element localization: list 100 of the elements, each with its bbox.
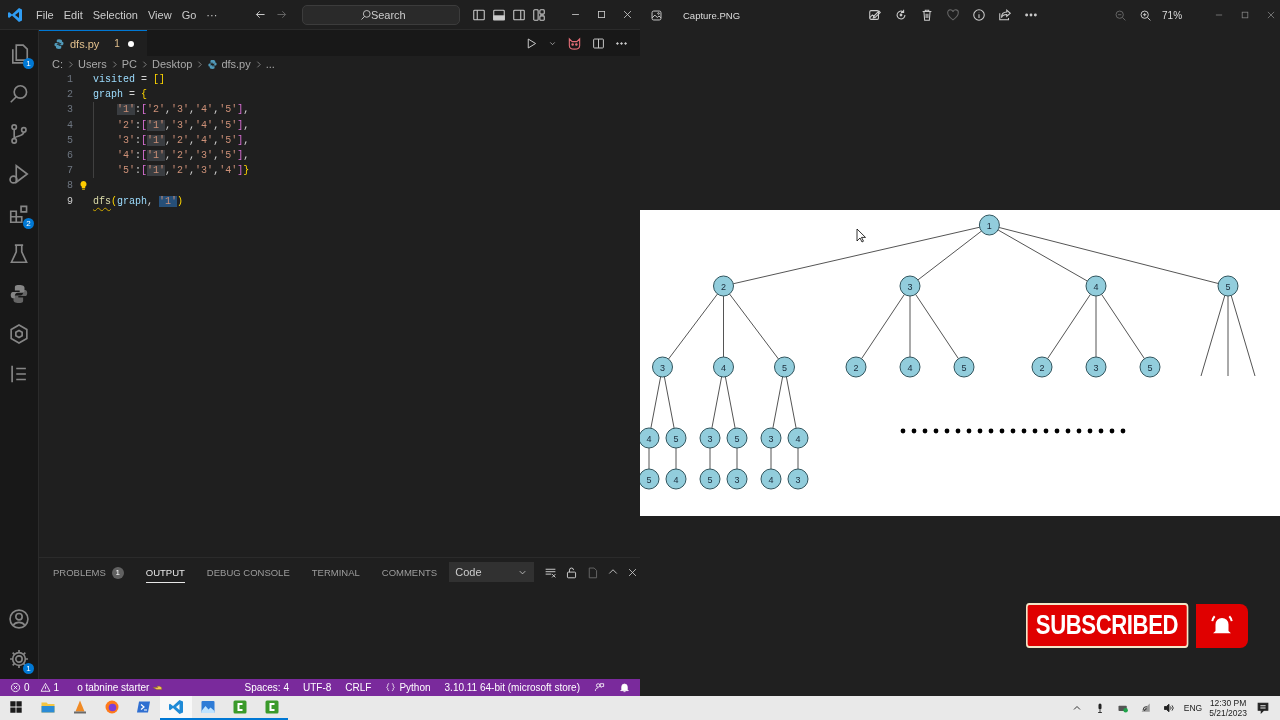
panel-tab[interactable]: COMMENTS <box>381 561 438 583</box>
pointing-hand-icon <box>152 682 164 693</box>
tree-node: 3 <box>699 427 721 449</box>
tree-node: 3 <box>787 468 809 490</box>
editimg-icon <box>868 8 883 22</box>
close-icon <box>1266 10 1277 20</box>
branch-icon <box>8 123 30 145</box>
edge-line <box>729 293 779 360</box>
line-number: 1 <box>66 73 73 87</box>
search-field[interactable]: Search <box>302 4 461 25</box>
app-logo-icon <box>7 6 23 23</box>
status-item[interactable]: 1 <box>35 682 64 693</box>
zoom-level: 71% <box>1162 9 1183 21</box>
edge-line <box>1101 293 1145 360</box>
edge-line <box>861 293 905 360</box>
menu-item[interactable]: Go <box>176 5 202 24</box>
file-icon <box>207 58 219 70</box>
edge-line <box>663 376 675 429</box>
breadcrumb-item[interactable]: dfs.py <box>206 58 252 70</box>
line-number: 3 <box>66 103 73 118</box>
output-channel-dropdown[interactable]: Code <box>449 562 534 582</box>
breadcrumb-item[interactable]: ... <box>264 58 276 70</box>
tree-node: 2 <box>713 275 734 297</box>
tree-node: 4 <box>640 427 660 449</box>
maximize-icon <box>1240 10 1251 20</box>
landscape-icon <box>200 699 216 715</box>
status-item[interactable]: o tabnine starter <box>73 682 168 693</box>
code-line: visited = [] <box>93 73 166 87</box>
line-number: 5 <box>66 133 73 148</box>
heart-icon <box>946 8 961 22</box>
editor-tab[interactable]: dfs.py 1 <box>39 30 147 56</box>
edge-line <box>709 447 711 470</box>
tree-node: 3 <box>726 468 748 490</box>
breadcrumb-item[interactable]: Users <box>77 58 108 70</box>
sidebar-icon <box>472 7 487 22</box>
breadcrumb-item[interactable]: Desktop <box>151 58 194 70</box>
status-item[interactable]: 3.10.11 64-bit (microsoft store) <box>440 682 584 693</box>
edge-line <box>770 447 772 470</box>
edge-line <box>724 376 736 429</box>
menu-item[interactable]: View <box>142 5 177 24</box>
arrowleft-icon <box>254 8 268 21</box>
cone-icon <box>72 699 88 715</box>
tree-node: 4 <box>713 356 734 378</box>
account-icon <box>8 608 30 630</box>
braces-icon <box>385 682 397 693</box>
panel-tab[interactable]: PROBLEMS 1 <box>53 560 124 584</box>
tree-node: 3 <box>1085 356 1107 378</box>
close-icon <box>621 9 633 20</box>
status-item[interactable]: Spaces: 4 <box>240 682 293 693</box>
breadcrumb-item[interactable]: C: <box>51 58 64 70</box>
tree-node: 5 <box>699 468 721 490</box>
status-item[interactable]: Python <box>381 682 435 693</box>
status-item[interactable]: 0 <box>6 682 34 693</box>
edge-line <box>1047 293 1091 360</box>
menu-item[interactable]: Edit <box>58 5 88 24</box>
menu-item[interactable]: ··· <box>201 5 223 24</box>
tree-node: 5 <box>640 468 660 490</box>
search-icon <box>8 83 30 105</box>
file-icon <box>53 37 65 50</box>
feedback-icon <box>594 682 605 693</box>
tree-node: 5 <box>953 356 975 378</box>
edge-line <box>785 376 797 429</box>
panel-icon <box>492 7 507 22</box>
photo-app-icon <box>650 8 663 22</box>
panel-tab[interactable]: OUTPUT <box>145 561 185 583</box>
menu-item[interactable]: File <box>31 5 59 24</box>
line-number: 9 <box>66 194 73 209</box>
breadcrumb-item[interactable]: PC <box>120 58 138 70</box>
count-badge: 1 <box>111 566 124 579</box>
line-number: 2 <box>66 88 73 103</box>
tree-node: 4 <box>665 468 687 490</box>
tile-icon <box>232 699 248 715</box>
tree-node: 2 <box>1031 356 1053 378</box>
menu-item[interactable]: Selection <box>87 5 143 24</box>
extensions-icon <box>8 203 30 225</box>
zoomout-icon <box>1114 8 1128 22</box>
subscribed-banner: SUBSCRIBED <box>1026 603 1188 648</box>
edge-line <box>1095 295 1097 358</box>
tree-node: 5 <box>1217 275 1239 297</box>
status-item[interactable]: UTF-8 <box>298 682 336 693</box>
line-number: 7 <box>66 164 73 179</box>
edge-line <box>909 295 911 358</box>
chevron-icon <box>195 59 205 69</box>
tree-node: 4 <box>1085 275 1107 297</box>
edge-line <box>772 376 784 429</box>
info-icon <box>972 8 987 22</box>
snake-icon <box>8 283 30 305</box>
panel-tab[interactable]: TERMINAL <box>311 561 360 583</box>
ribbon-logo-icon <box>168 699 184 715</box>
problem-count: 1 <box>114 38 120 49</box>
status-item[interactable]: CRLF <box>341 682 376 693</box>
edge-line <box>711 376 723 429</box>
chevron-icon <box>66 59 75 69</box>
panel-tab[interactable]: DEBUG CONSOLE <box>206 561 290 583</box>
clock-time: 12:30 PM <box>1209 698 1247 708</box>
hexagon-icon <box>8 323 30 345</box>
taskbar-app-button[interactable] <box>160 696 192 720</box>
count-badge: 1 <box>23 663 34 674</box>
speaker-icon <box>1162 702 1175 714</box>
edge-line <box>650 376 662 429</box>
